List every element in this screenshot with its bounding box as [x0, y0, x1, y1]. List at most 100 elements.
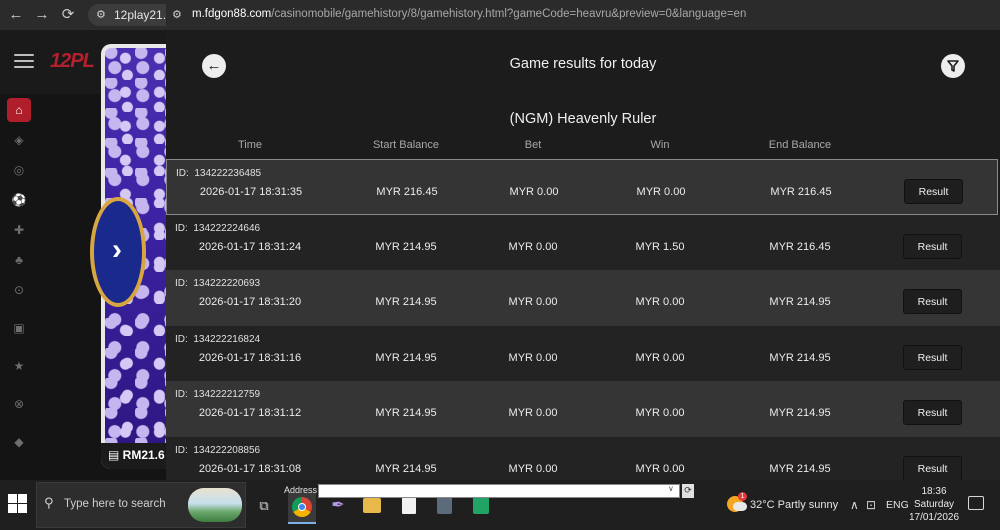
wallet-balance: ▤ RM21.6 — [108, 448, 165, 462]
column-header-start-balance: Start Balance — [372, 139, 440, 151]
column-header-time: Time — [237, 139, 263, 151]
back-arrow-icon[interactable]: ← — [6, 5, 26, 25]
windows-logo-icon[interactable] — [8, 494, 28, 514]
address-toolbar-label: Address — [284, 485, 318, 495]
table-row: ID: 134222212759 2026-01-17 18:31:12 MYR… — [166, 381, 1000, 437]
row-bet: MYR 0.00 — [509, 186, 559, 198]
clock-day: Saturday — [913, 499, 955, 510]
chevron-up-icon[interactable]: ∧ — [850, 498, 859, 512]
result-button[interactable]: Result — [903, 344, 962, 370]
row-start-balance: MYR 214.95 — [375, 462, 437, 475]
result-button[interactable]: Result — [903, 455, 962, 480]
casino-side-nav: ⌂ ◈ ◎ ⚽ ✚ ♣ ⊙ ▣ ★ ⊗ ◆ — [4, 98, 34, 460]
sports-icon[interactable]: ⚽ — [7, 188, 31, 212]
search-highlight-image[interactable] — [188, 488, 242, 522]
row-time: 2026-01-17 18:31:08 — [198, 462, 302, 475]
weather-text[interactable]: 32°C Partly sunny — [750, 499, 838, 511]
row-bet: MYR 0.00 — [508, 462, 558, 475]
row-time: 2026-01-17 18:31:12 — [198, 407, 302, 420]
row-bet: MYR 0.00 — [508, 351, 558, 364]
row-win: MYR 0.00 — [635, 351, 685, 364]
lottery-icon[interactable]: ⊙ — [7, 278, 31, 302]
row-end-balance: MYR 214.95 — [769, 296, 831, 309]
gift-icon[interactable]: ▣ — [7, 316, 31, 340]
result-button[interactable]: Result — [903, 233, 962, 259]
row-bet: MYR 0.00 — [508, 296, 558, 309]
hamburger-menu-icon[interactable] — [14, 54, 34, 70]
row-end-balance: MYR 214.95 — [769, 351, 831, 364]
slots-icon[interactable]: ◈ — [7, 128, 31, 152]
row-win: MYR 1.50 — [635, 240, 685, 253]
front-address-bar[interactable]: ⚙ m.fdgon88.com/casinomobile/gamehistory… — [166, 0, 1000, 30]
row-id: ID: 134222208856 — [175, 444, 261, 456]
result-button[interactable]: Result — [903, 289, 962, 315]
site-settings-icon[interactable]: ⚙ — [96, 4, 106, 26]
clock-time: 18:36 — [921, 486, 947, 497]
chevron-down-icon[interactable]: ∨ — [668, 484, 674, 493]
chrome-icon-center — [298, 503, 306, 511]
row-time: 2026-01-17 18:31:16 — [198, 351, 302, 364]
result-button[interactable]: Result — [904, 179, 963, 204]
diamond-icon[interactable]: ◆ — [7, 430, 31, 454]
row-id: ID: 134222224646 — [175, 222, 261, 234]
notification-icon[interactable] — [968, 496, 984, 510]
row-start-balance: MYR 214.95 — [375, 240, 437, 253]
row-win: MYR 0.00 — [636, 186, 686, 198]
front-url-text: m.fdgon88.com/casinomobile/gamehistory/8… — [192, 8, 747, 20]
row-win: MYR 0.00 — [635, 462, 685, 475]
file-explorer-icon[interactable] — [363, 498, 381, 513]
table-row: ID: 134222216824 2026-01-17 18:31:16 MYR… — [166, 325, 1000, 382]
fishing-icon[interactable]: ♣ — [7, 248, 31, 272]
row-time: 2026-01-17 18:31:24 — [198, 240, 302, 253]
row-id: ID: 134222212759 — [175, 389, 261, 401]
weather-alert-badge: 1 — [738, 492, 747, 501]
result-button[interactable]: Result — [903, 400, 962, 426]
casino-icon[interactable]: ◎ — [7, 158, 31, 182]
row-time: 2026-01-17 18:31:35 — [199, 186, 303, 198]
row-win: MYR 0.00 — [635, 407, 685, 420]
search-placeholder: Type here to search — [64, 498, 166, 510]
funnel-icon[interactable] — [941, 54, 965, 78]
row-id: ID: 134222236485 — [176, 168, 262, 179]
support-icon[interactable]: ⊗ — [7, 392, 31, 416]
row-end-balance: MYR 216.45 — [769, 240, 831, 253]
row-win: MYR 0.00 — [635, 296, 685, 309]
go-refresh-icon[interactable]: ⟳ — [682, 484, 694, 498]
feather-app-icon[interactable]: ✒ — [328, 496, 348, 516]
forward-arrow-icon[interactable]: → — [32, 5, 52, 25]
network-icon[interactable]: ⊡ — [866, 498, 876, 512]
page-title: Game results for today — [509, 56, 657, 72]
system-clock[interactable]: 18:36 Saturday 17/01/2026 — [906, 485, 962, 524]
row-end-balance: MYR 216.45 — [770, 186, 832, 198]
row-id: ID: 134222216824 — [175, 333, 261, 345]
back-address-bar[interactable]: ⚙ 12play21.co — [88, 4, 178, 26]
game-history-window: ⚙ m.fdgon88.com/casinomobile/gamehistory… — [166, 0, 1000, 480]
column-header-win: Win — [650, 139, 670, 151]
row-id: ID: 134222220693 — [175, 278, 261, 290]
row-time: 2026-01-17 18:31:20 — [198, 296, 302, 309]
weather-cloud-icon — [733, 502, 747, 511]
reload-icon[interactable]: ⟳ — [58, 5, 78, 25]
row-bet: MYR 0.00 — [508, 240, 558, 253]
address-toolbar-input[interactable] — [318, 484, 680, 498]
table-row: ID: 134222236485 2026-01-17 18:31:35 MYR… — [166, 159, 998, 215]
search-icon: ⚲ — [44, 495, 54, 510]
vip-icon[interactable]: ★ — [7, 354, 31, 378]
row-start-balance: MYR 214.95 — [375, 351, 437, 364]
row-bet: MYR 0.00 — [508, 407, 558, 420]
casino-logo: 12PL — [50, 50, 95, 72]
column-header-bet: Bet — [524, 139, 542, 151]
table-row: ID: 134222220693 2026-01-17 18:31:20 MYR… — [166, 270, 1000, 326]
esports-icon[interactable]: ✚ — [7, 218, 31, 242]
table-row: ID: 134222224646 2026-01-17 18:31:24 MYR… — [166, 214, 1000, 271]
results-table: ID: 134222236485 2026-01-17 18:31:35 MYR… — [166, 159, 1000, 480]
row-start-balance: MYR 214.95 — [375, 407, 437, 420]
site-settings-icon[interactable]: ⚙ — [172, 8, 182, 21]
row-end-balance: MYR 214.95 — [769, 462, 831, 475]
column-header-end-balance: End Balance — [768, 139, 832, 151]
task-view-icon[interactable]: ⧉ — [254, 496, 274, 516]
home-icon[interactable]: ⌂ — [7, 98, 31, 122]
row-end-balance: MYR 214.95 — [769, 407, 831, 420]
notepad-icon[interactable] — [402, 496, 416, 514]
chevron-right-icon: › — [112, 233, 122, 266]
